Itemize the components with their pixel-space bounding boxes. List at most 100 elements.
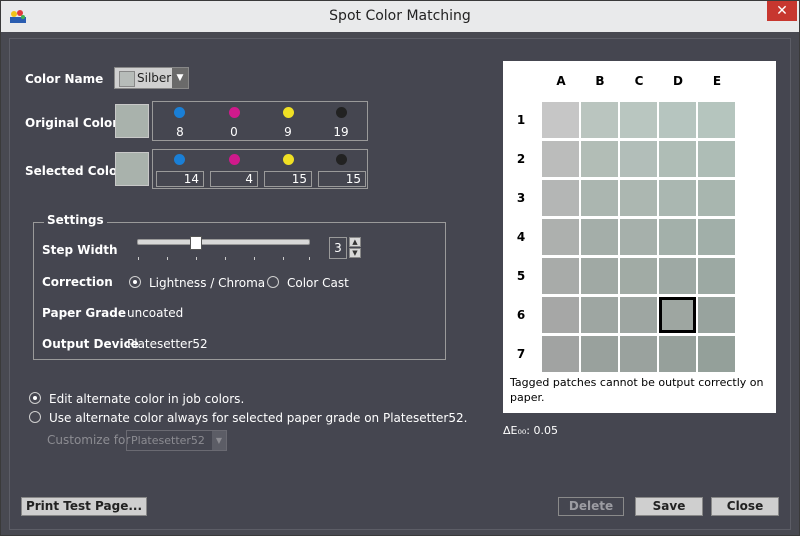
yellow-ink-icon	[283, 154, 294, 165]
slider-tick	[254, 257, 255, 260]
use-alternate-radio[interactable]	[29, 411, 41, 423]
patch-d5[interactable]	[659, 258, 696, 294]
color-name-swatch	[119, 71, 135, 87]
row-header-6: 6	[516, 308, 526, 322]
column-header-c: C	[634, 74, 644, 88]
column-header-b: B	[595, 74, 605, 88]
slider-tick	[167, 257, 168, 260]
row-header-4: 4	[516, 230, 526, 244]
patch-a5[interactable]	[542, 258, 579, 294]
customize-for-label: Customize for	[47, 433, 131, 447]
selected-yellow-field[interactable]: 15	[264, 171, 312, 187]
patch-d4[interactable]	[659, 219, 696, 255]
column-header-e: E	[712, 74, 722, 88]
patch-e1[interactable]	[698, 102, 735, 138]
tagged-patches-note: Tagged patches cannot be output correctl…	[510, 376, 764, 404]
patch-b1[interactable]	[581, 102, 618, 138]
slider-tick	[283, 257, 284, 260]
step-down-icon[interactable]: ▼	[349, 248, 361, 258]
color-cast-radio[interactable]	[267, 276, 279, 288]
lightness-chroma-radio[interactable]	[129, 276, 141, 288]
original-color-label: Original Color	[25, 116, 119, 130]
close-button[interactable]: Close	[711, 497, 779, 516]
patch-b2[interactable]	[581, 141, 618, 177]
row-header-2: 2	[516, 152, 526, 166]
step-up-icon[interactable]: ▲	[349, 237, 361, 247]
magenta-ink-icon	[229, 107, 240, 118]
lightness-chroma-label: Lightness / Chroma	[149, 276, 266, 290]
slider-tick	[225, 257, 226, 260]
patch-d3[interactable]	[659, 180, 696, 216]
patch-b4[interactable]	[581, 219, 618, 255]
paper-grade-value: uncoated	[127, 306, 184, 320]
patch-c4[interactable]	[620, 219, 657, 255]
row-header-7: 7	[516, 347, 526, 361]
patch-b7[interactable]	[581, 336, 618, 372]
selected-cyan-field[interactable]: 14	[156, 171, 204, 187]
patch-a3[interactable]	[542, 180, 579, 216]
color-name-label: Color Name	[25, 72, 104, 86]
patch-d7[interactable]	[659, 336, 696, 372]
output-device-label: Output Device	[42, 337, 139, 351]
cyan-ink-icon	[174, 154, 185, 165]
edit-alternate-label: Edit alternate color in job colors.	[49, 392, 245, 406]
patch-c7[interactable]	[620, 336, 657, 372]
patch-d2[interactable]	[659, 141, 696, 177]
patch-e7[interactable]	[698, 336, 735, 372]
save-button[interactable]: Save	[635, 497, 703, 516]
window-close-button[interactable]: ✕	[767, 1, 797, 21]
slider-tick	[309, 257, 310, 260]
step-width-label: Step Width	[42, 243, 118, 257]
step-width-slider[interactable]	[137, 239, 310, 245]
patch-c3[interactable]	[620, 180, 657, 216]
color-name-dropdown[interactable]: Silber ▼	[114, 67, 189, 89]
row-header-5: 5	[516, 269, 526, 283]
patch-a6[interactable]	[542, 297, 579, 333]
selected-color-label: Selected Color	[25, 164, 124, 178]
patch-c2[interactable]	[620, 141, 657, 177]
patch-e6[interactable]	[698, 297, 735, 333]
step-width-slider-handle[interactable]	[190, 236, 202, 250]
patch-b6[interactable]	[581, 297, 618, 333]
patch-c6[interactable]	[620, 297, 657, 333]
edit-alternate-radio[interactable]	[29, 392, 41, 404]
patch-c5[interactable]	[620, 258, 657, 294]
spot-color-matching-window: Spot Color Matching ✕ Color Name Silber …	[0, 0, 800, 536]
original-black-value: 19	[333, 125, 349, 139]
selected-black-field[interactable]: 15	[318, 171, 366, 187]
use-alternate-label: Use alternate color always for selected …	[49, 411, 468, 425]
selected-magenta-field[interactable]: 4	[210, 171, 258, 187]
chevron-down-icon: ▼	[172, 68, 188, 88]
patch-a2[interactable]	[542, 141, 579, 177]
print-test-page-button[interactable]: Print Test Page...	[21, 497, 147, 516]
patch-b3[interactable]	[581, 180, 618, 216]
patch-a4[interactable]	[542, 219, 579, 255]
original-magenta-value: 0	[230, 125, 238, 139]
patch-a7[interactable]	[542, 336, 579, 372]
patch-c1[interactable]	[620, 102, 657, 138]
customize-for-dropdown[interactable]: Platesetter52 ▼	[126, 430, 227, 451]
patch-e2[interactable]	[698, 141, 735, 177]
color-name-value: Silber	[137, 71, 172, 85]
patch-e4[interactable]	[698, 219, 735, 255]
slider-tick	[196, 257, 197, 260]
column-header-d: D	[673, 74, 683, 88]
window-title: Spot Color Matching	[329, 8, 471, 24]
patch-a1[interactable]	[542, 102, 579, 138]
color-cast-label: Color Cast	[287, 276, 349, 290]
cyan-ink-icon	[174, 107, 185, 118]
step-width-value[interactable]: 3	[329, 237, 347, 259]
patch-d1[interactable]	[659, 102, 696, 138]
delete-button[interactable]: Delete	[558, 497, 624, 516]
patch-e3[interactable]	[698, 180, 735, 216]
chevron-down-icon: ▼	[212, 431, 226, 450]
original-cyan-value: 8	[176, 125, 184, 139]
black-ink-icon	[336, 107, 347, 118]
output-device-value: Platesetter52	[127, 337, 208, 351]
row-header-3: 3	[516, 191, 526, 205]
patch-b5[interactable]	[581, 258, 618, 294]
correction-label: Correction	[42, 275, 113, 289]
patch-e5[interactable]	[698, 258, 735, 294]
paper-grade-label: Paper Grade	[42, 306, 126, 320]
patch-d6[interactable]	[659, 297, 696, 333]
